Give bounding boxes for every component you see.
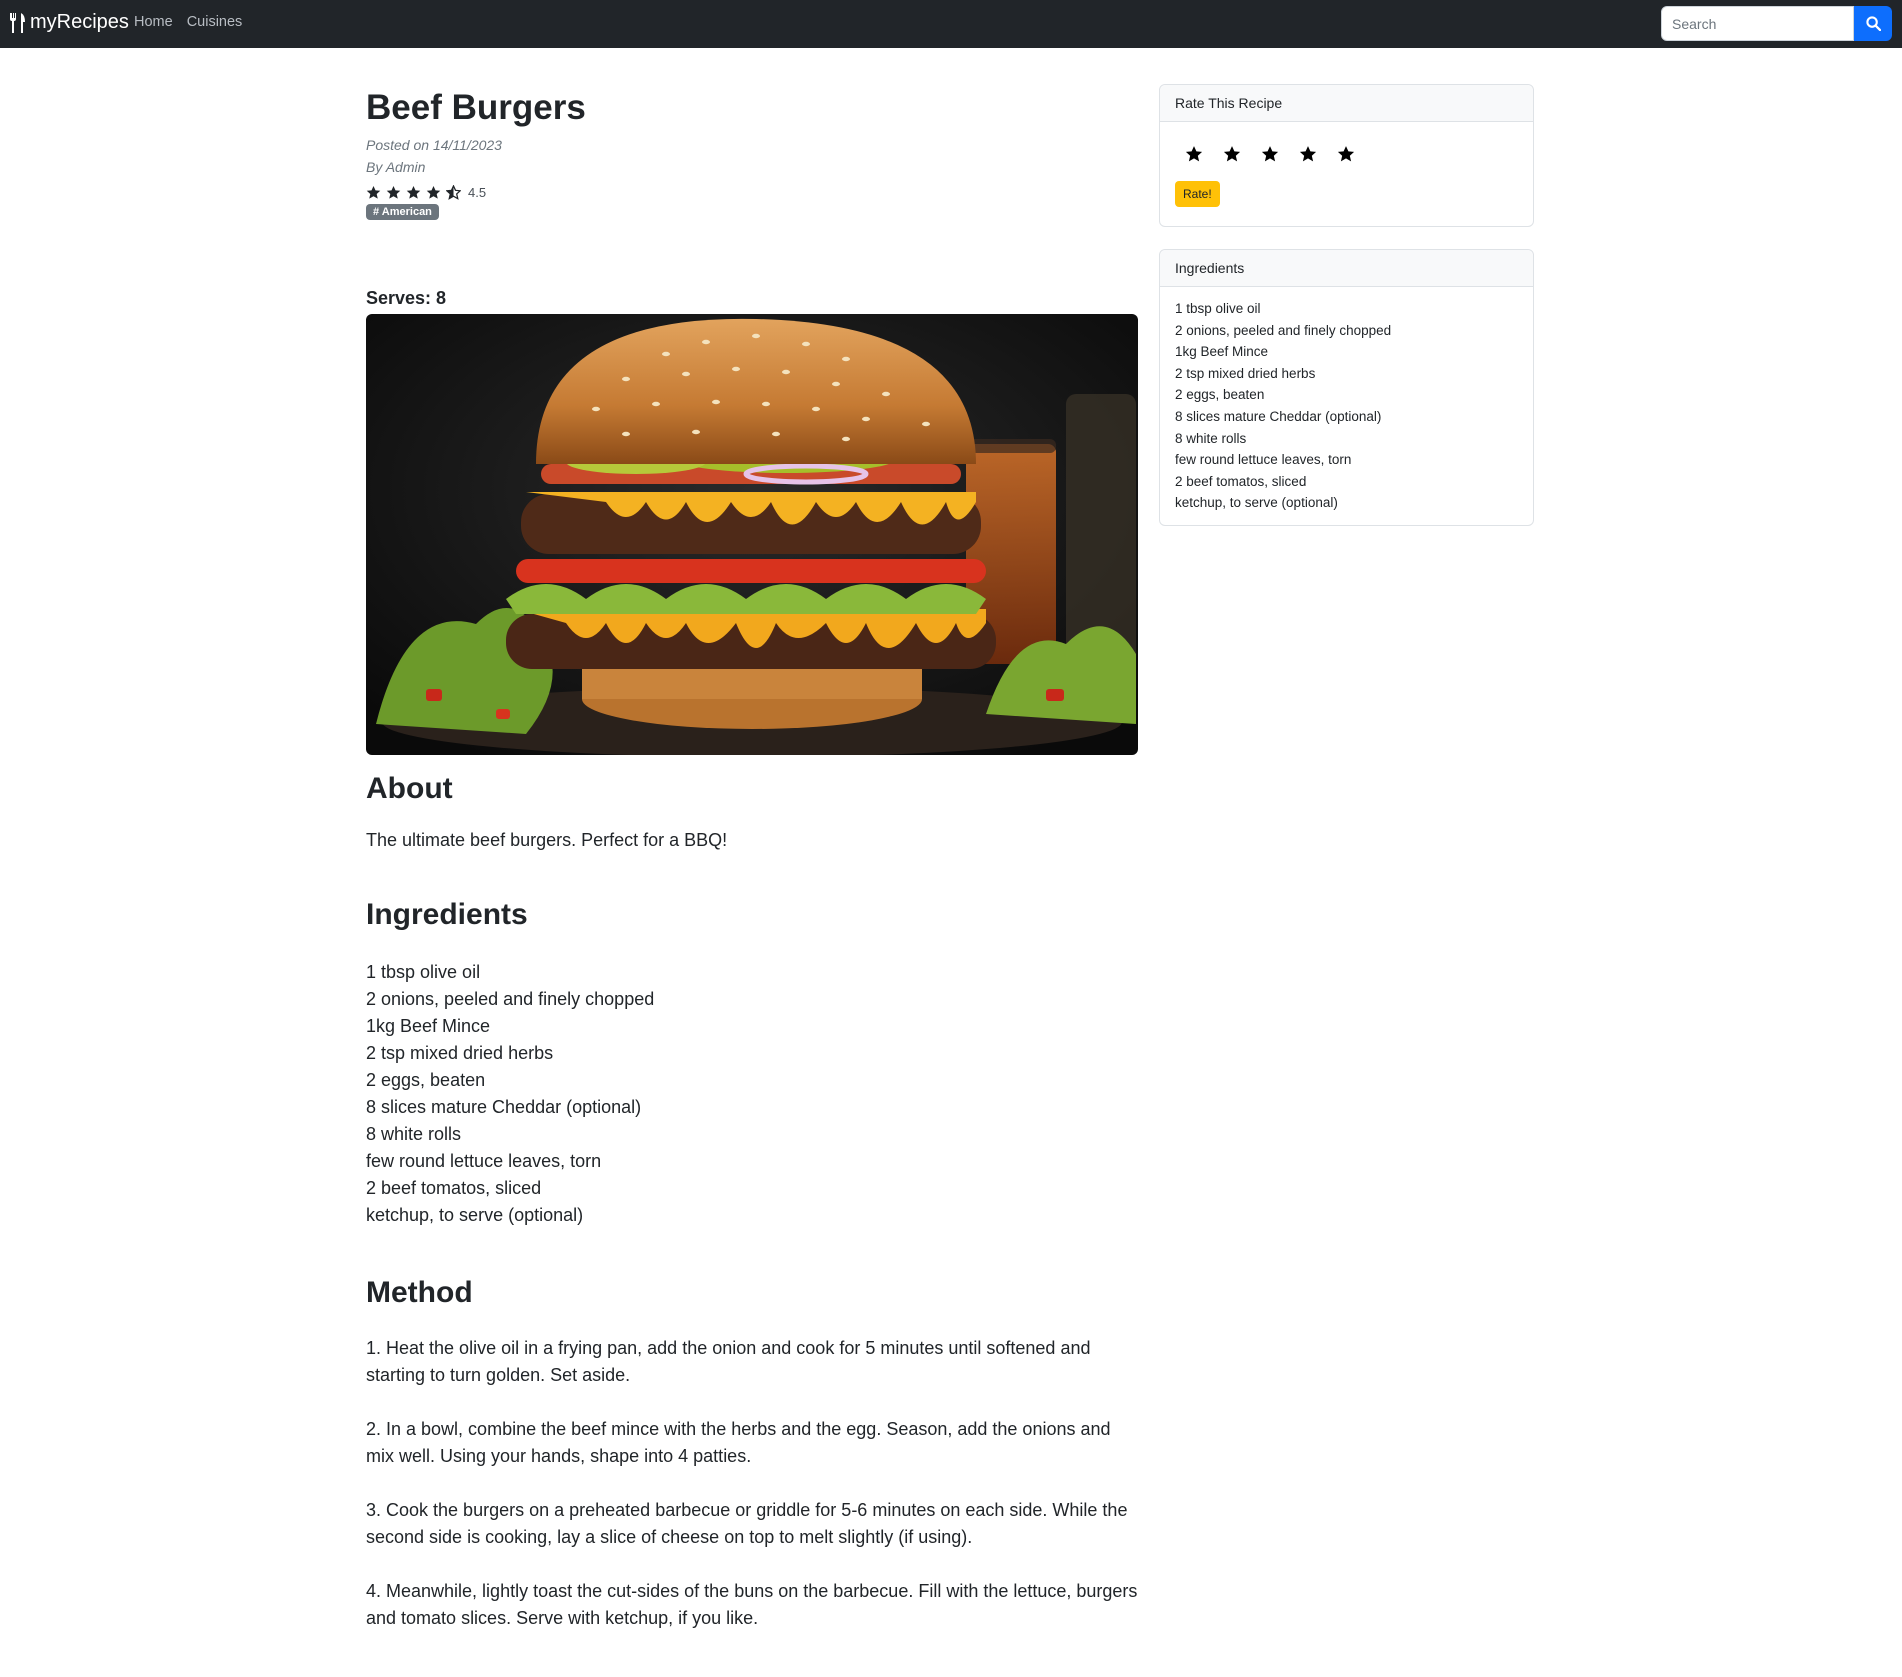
ingredients-heading: Ingredients [366,898,528,931]
ingredient-item: ketchup, to serve (optional) [366,1205,584,1225]
utensils-icon [10,12,25,33]
burger-photo [366,314,1138,755]
ingredient-item: 2 eggs, beaten [366,1070,486,1090]
method-list: 1. Heat the olive oil in a frying pan, a… [366,1335,1138,1632]
search-button[interactable] [1854,6,1892,41]
star-full-icon [386,185,401,199]
nav-cuisines-link[interactable]: Cuisines [187,14,243,30]
burger-illustration [366,314,1138,755]
recipe-title: Beef Burgers [366,88,586,127]
search-input[interactable] [1661,6,1854,41]
rate-button[interactable]: Rate! [1175,181,1220,207]
search-form [1661,6,1892,41]
sidebar-ingredient-item: 2 eggs, beaten [1175,387,1265,403]
ingredients-card-header: Ingredients [1160,250,1533,287]
sidebar-ingredient-item: 2 onions, peeled and finely chopped [1175,322,1392,338]
sidebar-ingredients-list: 1 tbsp olive oil 2 onions, peeled and fi… [1160,287,1533,514]
ingredient-item: 1kg Beef Mince [366,1016,491,1036]
search-icon [1865,16,1881,31]
sidebar-ingredient-item: 1kg Beef Mince [1175,344,1269,360]
star-full-icon [366,185,381,199]
posted-date: Posted on 14/11/2023 [366,137,502,153]
star-full-icon [406,185,421,199]
star-full-icon [426,185,441,199]
rate-card-header: Rate This Recipe [1160,85,1533,122]
about-heading: About [366,772,453,805]
sidebar-ingredient-item: 1 tbsp olive oil [1175,301,1261,316]
method-step: 4. Meanwhile, lightly toast the cut-side… [366,1581,1138,1628]
rate-star-picker [1185,145,1533,163]
author: By Admin [366,159,426,175]
sidebar-ingredient-item: ketchup, to serve (optional) [1175,495,1338,511]
ingredient-item: 2 tsp mixed dried herbs [366,1043,554,1063]
sidebar-ingredient-item: 8 slices mature Cheddar (optional) [1175,408,1382,424]
recipe-main: Beef Burgers Posted on 14/11/2023 By Adm… [366,84,1138,1659]
method-heading: Method [366,1276,473,1309]
rate-star-2-icon[interactable] [1223,145,1241,163]
ingredients-list: 1 tbsp olive oil 2 onions, peeled and fi… [366,959,1138,1229]
rate-recipe-card: Rate This Recipe Rate! [1159,84,1534,227]
rate-star-4-icon[interactable] [1299,145,1317,163]
rating-display: 4.5 [366,182,1138,202]
navbar: myRecipes Home Cuisines [0,0,1902,48]
ingredient-item: few round lettuce leaves, torn [366,1151,602,1171]
nav-links: Home Cuisines [134,14,242,30]
sidebar-ingredient-item: 2 tsp mixed dried herbs [1175,365,1316,381]
ingredient-item: 1 tbsp olive oil [366,962,481,982]
rating-value: 4.5 [468,184,487,200]
ingredients-card: Ingredients 1 tbsp olive oil 2 onions, p… [1159,249,1534,526]
method-step: 1. Heat the olive oil in a frying pan, a… [366,1338,1091,1385]
rate-star-5-icon[interactable] [1337,145,1355,163]
rate-star-3-icon[interactable] [1261,145,1279,163]
method-step: 2. In a bowl, combine the beef mince wit… [366,1419,1111,1466]
ingredient-item: 8 slices mature Cheddar (optional) [366,1097,642,1117]
sidebar-ingredient-item: 2 beef tomatos, sliced [1175,473,1307,489]
serves-label: Serves: 8 [366,288,447,308]
method-step: 3. Cook the burgers on a preheated barbe… [366,1500,1128,1547]
about-text: The ultimate beef burgers. Perfect for a… [366,830,728,850]
ingredient-item: 2 beef tomatos, sliced [366,1178,542,1198]
brand-link[interactable]: myRecipes [8,11,129,34]
brand-name: myRecipes [30,11,129,33]
ingredient-item: 8 white rolls [366,1124,462,1144]
nav-home-link[interactable]: Home [134,14,173,30]
sidebar-ingredient-item: 8 white rolls [1175,430,1247,446]
ingredient-item: 2 onions, peeled and finely chopped [366,989,655,1009]
sidebar-ingredient-item: few round lettuce leaves, torn [1175,452,1352,468]
cuisine-tag-badge[interactable]: # American [366,204,439,220]
rate-star-1-icon[interactable] [1185,145,1203,163]
star-half-icon [446,184,461,200]
